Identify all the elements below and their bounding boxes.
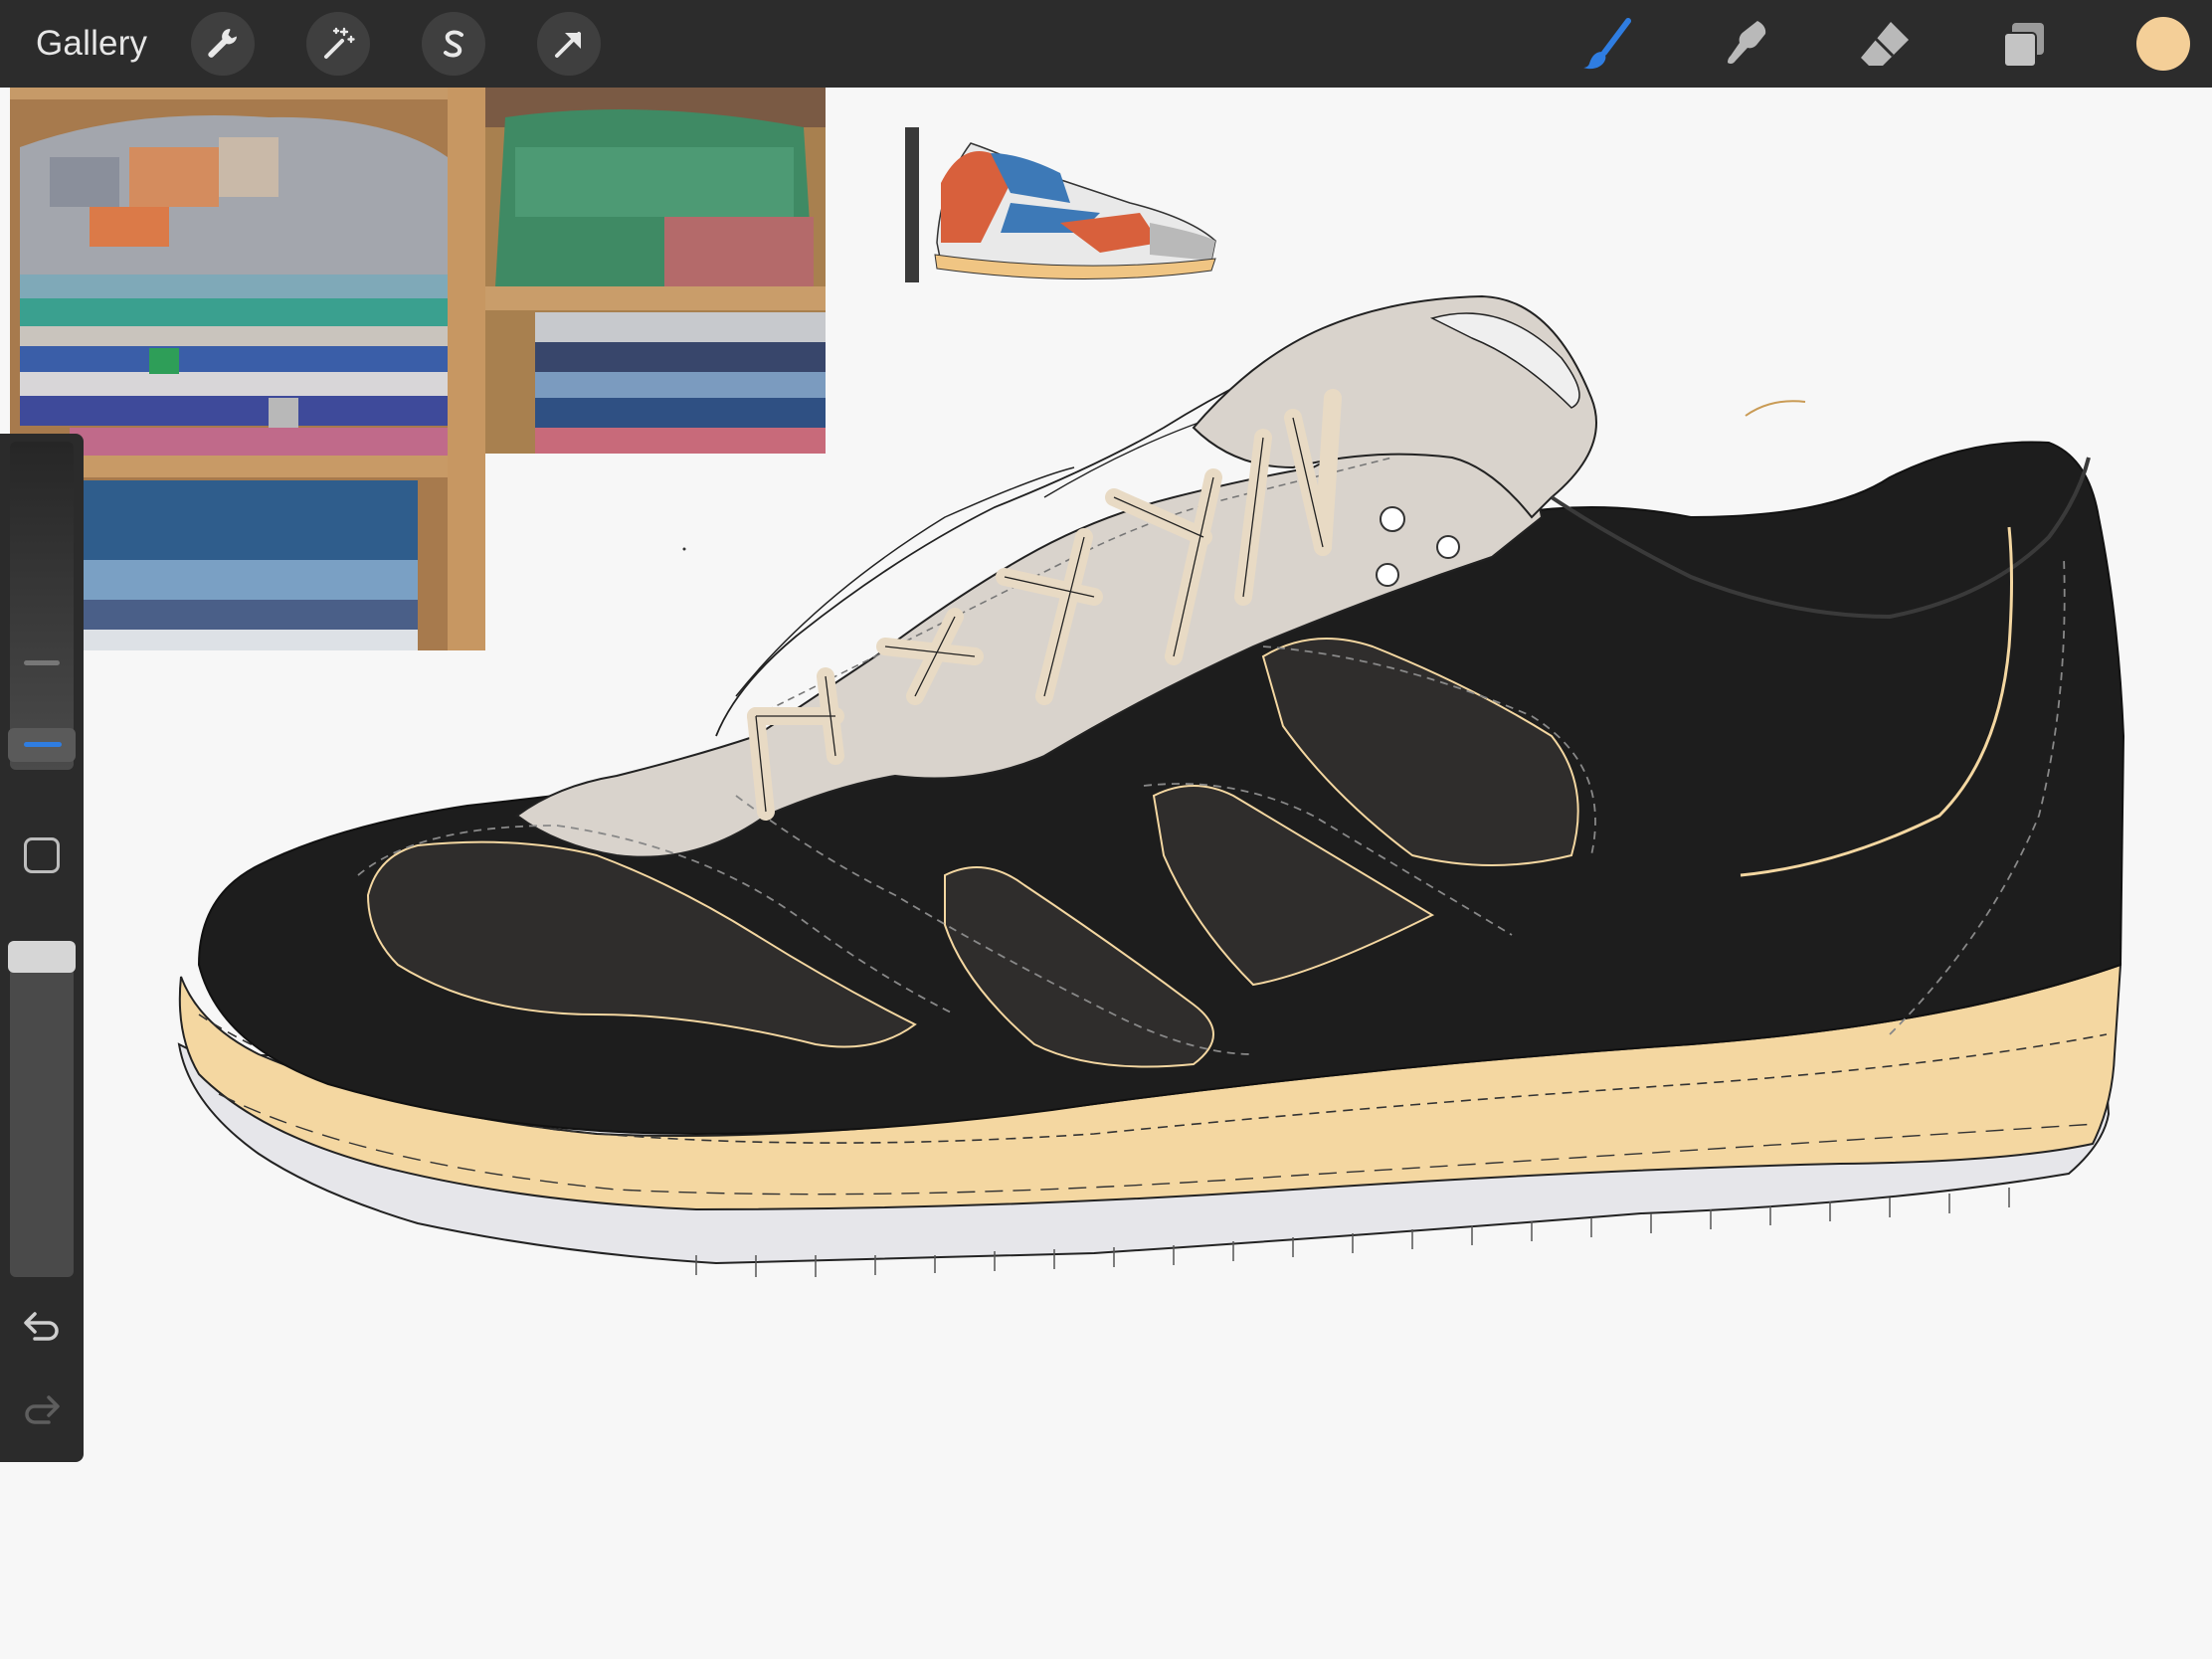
sneaker-drawing (177, 294, 2125, 1277)
brush-size-slider[interactable] (10, 442, 74, 770)
redo-icon[interactable] (21, 1392, 63, 1428)
size-indicator (24, 742, 62, 747)
left-sidebar (0, 434, 84, 1462)
opacity-handle[interactable] (8, 941, 76, 973)
modify-button[interactable] (24, 837, 60, 873)
undo-icon[interactable] (21, 1309, 63, 1345)
size-mark (24, 660, 60, 665)
opacity-slider[interactable] (10, 941, 74, 1277)
